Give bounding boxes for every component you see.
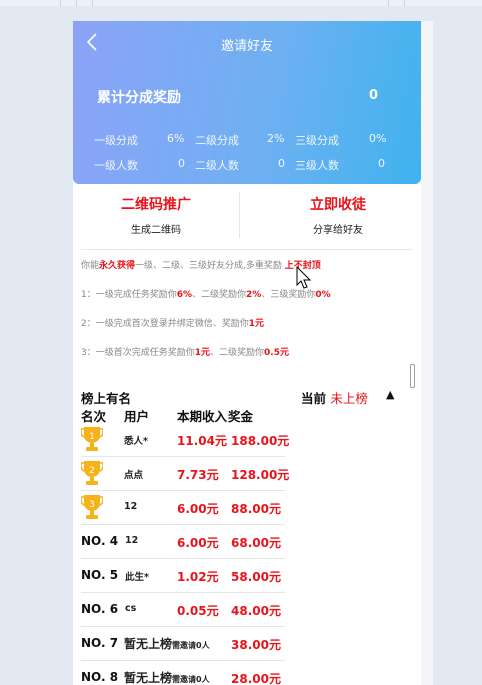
income-value: 11.04元 — [177, 434, 227, 448]
income-value: 7.73元 — [177, 468, 219, 482]
rank-number: NO. 4 — [81, 534, 119, 548]
top-border — [0, 0, 482, 6]
recruit-now-button[interactable]: 立即收徒 分享给好友 — [255, 184, 421, 246]
rank-number: NO. 7 — [81, 636, 119, 650]
stat-level3-count: 三级人数 0 — [295, 157, 385, 172]
trophy-silver-icon: 2 — [81, 461, 103, 485]
user-name: 悉人* — [124, 436, 148, 447]
table-row: 1 悉人* 11.04元 188.00元 — [81, 423, 289, 457]
stat-level3-share: 三级分成 0% — [295, 132, 387, 147]
rank-number: 1 — [89, 432, 95, 442]
user-name: 点点 — [124, 470, 144, 481]
bonus-value: 128.00元 — [231, 468, 290, 482]
qr-promote-button[interactable]: 二维码推广 生成二维码 — [73, 184, 239, 246]
rank-number: 3 — [89, 500, 95, 510]
bonus-value: 38.00元 — [231, 638, 281, 652]
table-row: 2 点点 7.73元 128.00元 — [81, 457, 289, 491]
table-row: 3 12 6.00元 88.00元 — [81, 491, 285, 525]
bonus-value: 28.00元 — [231, 672, 281, 685]
rule-3: 3：一级首次完成任务奖励你1元、二级奖励你0.5元 — [81, 348, 289, 358]
trophy-gold-icon: 1 — [81, 427, 103, 451]
rank-number: 2 — [89, 466, 95, 476]
bonus-value: 68.00元 — [231, 536, 281, 550]
table-row: NO. 5 此生* 1.02元 58.00元 — [81, 559, 285, 593]
trophy-bronze-icon: 3 — [81, 495, 103, 519]
total-reward-value: 0 — [369, 88, 379, 103]
scroll-track[interactable] — [421, 21, 433, 685]
table-row: NO. 7 暂无上榜需邀请0人 38.00元 — [81, 627, 285, 661]
total-reward-label: 累计分成奖励 — [97, 90, 181, 106]
user-name: 暂无上榜需邀请0人 — [124, 671, 210, 685]
bonus-value: 48.00元 — [231, 604, 281, 618]
income-value: 6.00元 — [177, 536, 219, 550]
rule-2: 2：一级完成首次登录并绑定微信、奖励你1元 — [81, 319, 264, 329]
action-cards: 二维码推广 生成二维码 立即收徒 分享给好友 — [73, 184, 421, 246]
rule-1: 1：一级完成任务奖励你6%、二级奖励你2%、三级奖励你0% — [81, 290, 331, 300]
stat-level2-count: 二级人数 0 — [195, 157, 285, 172]
user-name: 暂无上榜需邀请0人 — [124, 637, 210, 651]
current-rank-status: 当前 未上榜 — [301, 391, 368, 406]
divider — [81, 249, 413, 250]
stat-level2-share: 二级分成 2% — [195, 132, 285, 147]
triangle-up-icon[interactable]: ▲ — [386, 388, 394, 401]
bonus-value: 88.00元 — [231, 502, 281, 516]
ranking-title: 榜上有名 — [81, 391, 132, 406]
rank-number: NO. 8 — [81, 670, 119, 684]
stat-level1-count: 一级人数 0 — [94, 157, 185, 172]
income-value: 6.00元 — [177, 502, 219, 516]
rule-intro: 你能永久获得一级、二级、三级好友分成,多重奖励 上不封顶 — [81, 261, 321, 271]
rank-number: NO. 5 — [81, 568, 119, 582]
user-name: 此生* — [125, 572, 149, 583]
user-name: 12 — [125, 535, 139, 546]
income-value: 0.05元 — [177, 604, 219, 618]
page-title: 邀请好友 — [220, 39, 273, 54]
stat-level1-share: 一级分成 6% — [94, 132, 185, 147]
income-value: 1.02元 — [177, 570, 219, 584]
table-row: NO. 6 cs 0.05元 48.00元 — [81, 593, 285, 627]
mouse-cursor-icon — [296, 266, 312, 289]
bonus-value: 188.00元 — [231, 434, 290, 448]
mobile-page: 邀请好友 累计分成奖励 0 一级分成 6% 二级分成 2% 三级分成 0% 一级人数 0… — [73, 21, 421, 685]
table-row: NO. 4 12 6.00元 68.00元 — [81, 525, 285, 559]
scrollbar-thumb[interactable] — [410, 364, 415, 388]
user-name: 12 — [124, 501, 138, 512]
bonus-value: 58.00元 — [231, 570, 281, 584]
table-row: NO. 8 暂无上榜需邀请0人 28.00元 — [81, 661, 285, 685]
user-name: cs — [125, 603, 137, 614]
divider — [239, 192, 240, 238]
header-card: 邀请好友 累计分成奖励 0 一级分成 6% 二级分成 2% 三级分成 0% 一级人数 0… — [73, 21, 421, 184]
rank-number: NO. 6 — [81, 602, 119, 616]
